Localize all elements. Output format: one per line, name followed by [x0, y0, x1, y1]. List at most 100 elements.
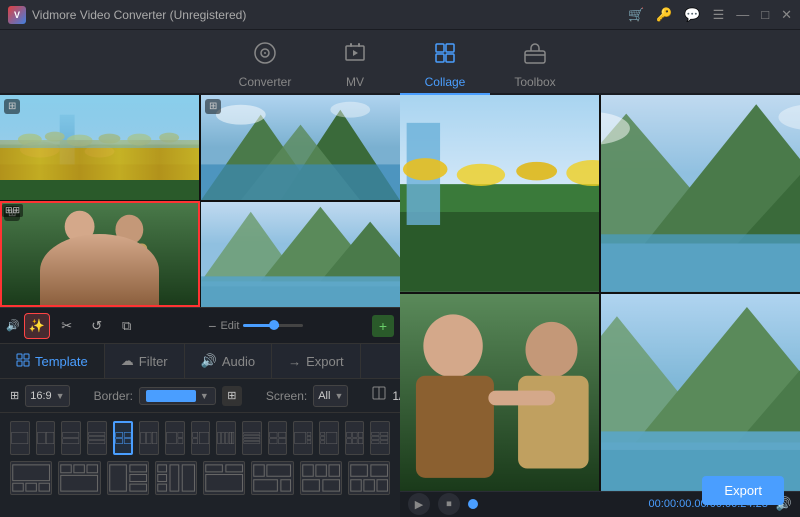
edit-slider[interactable]: [243, 324, 303, 327]
rotate-tool-btn[interactable]: ↺: [84, 313, 110, 339]
audio-icon: 🔊: [201, 353, 217, 369]
filter-icon: ☁: [121, 353, 134, 369]
border-control[interactable]: ▼: [139, 387, 216, 405]
title-bar-left: V Vidmore Video Converter (Unregistered): [8, 6, 246, 24]
template-3col[interactable]: [139, 421, 159, 455]
slider-minus[interactable]: −: [208, 318, 216, 334]
template-2x3[interactable]: [370, 421, 390, 455]
key-icon[interactable]: 🔑: [656, 7, 672, 23]
template-r2-1[interactable]: [10, 461, 52, 495]
cart-icon[interactable]: 🛒: [628, 7, 644, 23]
template-r2-2[interactable]: [58, 461, 100, 495]
collage-icon: [433, 41, 457, 71]
template-3h[interactable]: [87, 421, 107, 455]
ratio-group: ⊞ 16:9 ▼: [10, 385, 70, 407]
screen-select[interactable]: All ▼: [313, 385, 348, 407]
tab-mv[interactable]: MV: [310, 37, 400, 95]
minimize-btn[interactable]: —: [736, 7, 749, 22]
settings-bar: ⊞ 16:9 ▼ Border: ▼ ⊞ Screen:: [0, 379, 400, 413]
cut-tool-btn[interactable]: ✂: [54, 313, 80, 339]
template-r2-3[interactable]: [107, 461, 149, 495]
action-tab-filter-label: Filter: [139, 354, 168, 369]
right-cell-br: [601, 294, 800, 491]
template-2x2b[interactable]: [268, 421, 288, 455]
tab-converter-label: Converter: [239, 75, 292, 89]
action-tab-audio[interactable]: 🔊 Audio: [185, 344, 272, 378]
template-2h[interactable]: [36, 421, 56, 455]
screen-label: Screen:: [266, 389, 307, 403]
close-btn[interactable]: ✕: [781, 7, 792, 23]
template-2x2[interactable]: [113, 421, 134, 455]
template-1plus2[interactable]: [165, 421, 185, 455]
template-row-2: [10, 461, 390, 495]
toolbox-icon: [523, 41, 547, 71]
tab-converter[interactable]: Converter: [220, 37, 310, 95]
converter-icon: [253, 41, 277, 71]
template-row-1: [10, 421, 390, 455]
template-2v[interactable]: [61, 421, 81, 455]
right-cell-tl: [400, 95, 599, 292]
progress-dot[interactable]: [468, 499, 478, 509]
screen-group: Screen: All ▼: [266, 385, 349, 407]
action-tab-audio-label: Audio: [222, 354, 255, 369]
tab-toolbox[interactable]: Toolbox: [490, 37, 580, 95]
template-4rows[interactable]: [242, 421, 262, 455]
preview-cell-flowers[interactable]: ⊞: [0, 95, 199, 200]
ratio-select[interactable]: 16:9 ▼: [25, 385, 69, 407]
template-r2-7[interactable]: [300, 461, 342, 495]
template-1plus3[interactable]: [319, 421, 339, 455]
magic-tool-btn[interactable]: ✨: [24, 313, 50, 339]
title-bar-right: 🛒 🔑 💬 ☰ — □ ✕: [628, 7, 792, 23]
border-color-swatch: [146, 390, 196, 402]
maximize-btn[interactable]: □: [761, 7, 769, 22]
app-icon: V: [8, 6, 26, 24]
stop-btn[interactable]: ⏹: [438, 493, 460, 515]
export-arrow-icon: →: [288, 354, 301, 369]
template-3plus1[interactable]: [293, 421, 313, 455]
export-button[interactable]: Export: [702, 476, 784, 505]
template-multinarrow[interactable]: [216, 421, 236, 455]
border-grid-btn[interactable]: ⊞: [222, 386, 242, 406]
cell-top-right-icon: ⊞: [205, 99, 221, 114]
ratio-icon: ⊞: [10, 389, 19, 402]
preview-cell-mountains[interactable]: [201, 202, 400, 307]
edit-toolbar: 🔊 ✨ ✂ ↺ ⧉ − Edit +: [0, 307, 400, 343]
template-area: [0, 413, 400, 517]
template-r2-6[interactable]: [251, 461, 293, 495]
screen-value: All: [318, 390, 330, 402]
cell-top-left-icon: ⊞: [4, 99, 20, 114]
copy-tool-btn[interactable]: ⧉: [114, 313, 140, 339]
border-arrow-icon: ▼: [200, 391, 209, 401]
right-cell-bl: [400, 294, 599, 491]
border-label: Border:: [94, 389, 133, 403]
app-title: Vidmore Video Converter (Unregistered): [32, 8, 246, 22]
template-2plus1[interactable]: [191, 421, 211, 455]
right-cell-tr: [601, 95, 800, 292]
tab-toolbox-label: Toolbox: [514, 75, 555, 89]
border-group: Border: ▼ ⊞: [94, 386, 242, 406]
screen-arrow-icon: ▼: [334, 391, 343, 401]
action-tab-export[interactable]: → Export: [272, 344, 361, 378]
action-tabs: Template ☁ Filter 🔊 Audio → Export: [0, 343, 400, 379]
template-r2-5[interactable]: [203, 461, 245, 495]
left-panel: ⊞: [0, 95, 400, 517]
main-area: ⊞: [0, 95, 800, 517]
template-r2-8[interactable]: [348, 461, 390, 495]
chat-icon[interactable]: 💬: [684, 7, 700, 23]
menu-icon[interactable]: ☰: [713, 7, 725, 23]
add-clip-btn[interactable]: +: [372, 315, 394, 337]
right-preview-grid: [400, 95, 800, 491]
action-tab-template[interactable]: Template: [0, 344, 105, 378]
preview-cell-people[interactable]: ⊞ ⊞⊞: [0, 202, 199, 307]
ratio-arrow-icon: ▼: [56, 391, 65, 401]
action-tab-filter[interactable]: ☁ Filter: [105, 344, 185, 378]
template-r2-4[interactable]: [155, 461, 197, 495]
template-3x2[interactable]: [345, 421, 365, 455]
preview-cell-waterfall[interactable]: ⊞: [201, 95, 400, 200]
template-single[interactable]: [10, 421, 30, 455]
mv-icon: [343, 41, 367, 71]
play-btn[interactable]: ▶: [408, 493, 430, 515]
tab-mv-label: MV: [346, 75, 364, 89]
ratio-value: 16:9: [30, 390, 51, 402]
tab-collage[interactable]: Collage: [400, 37, 490, 95]
